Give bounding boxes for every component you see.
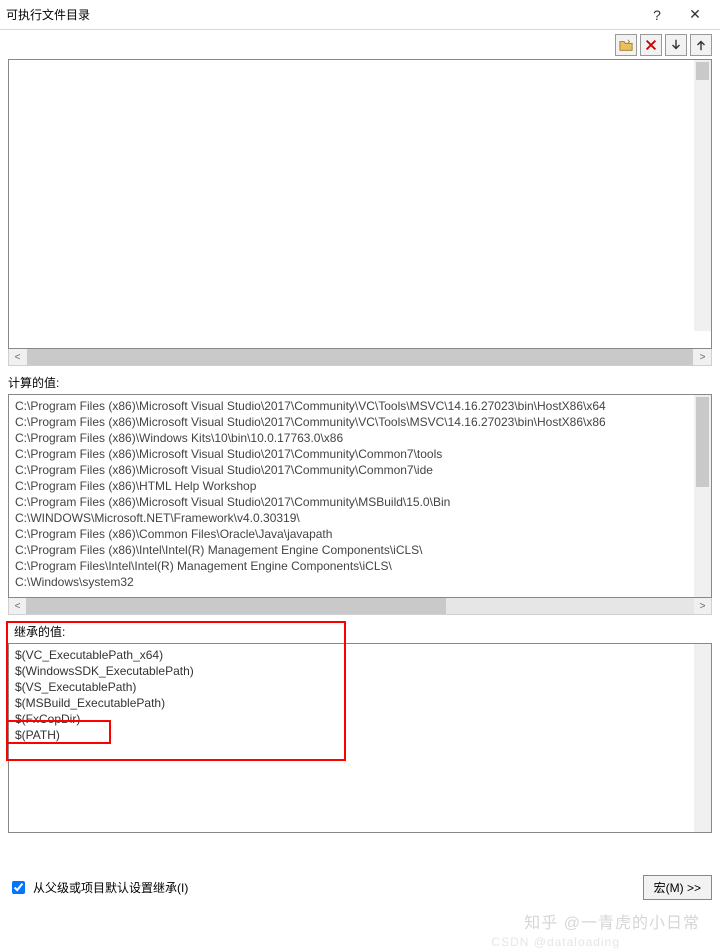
inherited-values-label: 继承的值:	[14, 623, 712, 640]
list-toolbar	[8, 34, 712, 56]
list-item[interactable]: C:\Program Files (x86)\Microsoft Visual …	[15, 414, 705, 430]
inherited-values-listbox[interactable]: $(VC_ExecutablePath_x64) $(WindowsSDK_Ex…	[8, 643, 712, 833]
scrollbar-track[interactable]	[26, 598, 694, 614]
scrollbar-track[interactable]	[27, 349, 693, 365]
new-folder-button[interactable]	[615, 34, 637, 56]
delete-button[interactable]	[640, 34, 662, 56]
inherit-checkbox-input[interactable]	[12, 881, 25, 894]
scrollbar-thumb[interactable]	[26, 598, 446, 614]
scroll-right-icon[interactable]: >	[694, 352, 711, 363]
inherited-section: 继承的值: $(VC_ExecutablePath_x64) $(Windows…	[8, 623, 712, 833]
move-up-button[interactable]	[690, 34, 712, 56]
list-item[interactable]: C:\Program Files (x86)\Common Files\Orac…	[15, 526, 705, 542]
window-title: 可执行文件目录	[6, 6, 638, 23]
scrollbar-thumb[interactable]	[696, 62, 709, 80]
list-item[interactable]: $(WindowsSDK_ExecutablePath)	[15, 663, 705, 679]
move-down-button[interactable]	[665, 34, 687, 56]
vertical-scrollbar[interactable]	[694, 644, 711, 832]
scrollbar-thumb[interactable]	[696, 397, 709, 487]
horizontal-scrollbar[interactable]: < >	[8, 598, 712, 615]
scroll-left-icon[interactable]: <	[9, 352, 26, 363]
list-item[interactable]: C:\Program Files (x86)\Microsoft Visual …	[15, 462, 705, 478]
scroll-left-icon[interactable]: <	[9, 601, 26, 612]
dialog-content: < > 计算的值: C:\Program Files (x86)\Microso…	[0, 30, 720, 900]
titlebar: 可执行文件目录 ? ✕	[0, 0, 720, 30]
list-item[interactable]: C:\Program Files (x86)\Intel\Intel(R) Ma…	[15, 542, 705, 558]
close-button[interactable]: ✕	[676, 1, 714, 29]
list-item[interactable]: C:\Program Files\Intel\Intel(R) Manageme…	[15, 558, 705, 574]
list-item[interactable]: C:\Windows\system32	[15, 574, 705, 590]
list-item[interactable]: C:\WINDOWS\Microsoft.NET\Framework\v4.0.…	[15, 510, 705, 526]
help-button[interactable]: ?	[638, 1, 676, 29]
watermark-text: 知乎 @一青虎的小日常	[524, 909, 700, 933]
watermark-text: CSDN @dataloading	[491, 935, 620, 949]
vertical-scrollbar[interactable]	[694, 60, 711, 331]
scroll-right-icon[interactable]: >	[694, 601, 711, 612]
list-item[interactable]: C:\Program Files (x86)\Microsoft Visual …	[15, 446, 705, 462]
inherit-checkbox[interactable]: 从父级或项目默认设置继承(I)	[8, 878, 188, 897]
list-item[interactable]: $(PATH)	[15, 727, 705, 743]
list-item[interactable]: C:\Program Files (x86)\Windows Kits\10\b…	[15, 430, 705, 446]
list-item[interactable]: $(MSBuild_ExecutablePath)	[15, 695, 705, 711]
vertical-scrollbar[interactable]	[694, 395, 711, 597]
inherit-checkbox-label: 从父级或项目默认设置继承(I)	[33, 879, 188, 896]
list-item[interactable]: C:\Program Files (x86)\HTML Help Worksho…	[15, 478, 705, 494]
horizontal-scrollbar[interactable]: < >	[8, 349, 712, 366]
dialog-footer: 从父级或项目默认设置继承(I) 宏(M) >>	[8, 869, 712, 900]
list-item[interactable]: $(VC_ExecutablePath_x64)	[15, 647, 705, 663]
list-item[interactable]: $(FxCopDir)	[15, 711, 705, 727]
macros-button[interactable]: 宏(M) >>	[643, 875, 712, 900]
list-item[interactable]: C:\Program Files (x86)\Microsoft Visual …	[15, 494, 705, 510]
editable-paths-listbox[interactable]	[8, 59, 712, 349]
computed-values-listbox[interactable]: C:\Program Files (x86)\Microsoft Visual …	[8, 394, 712, 598]
list-item[interactable]: $(VS_ExecutablePath)	[15, 679, 705, 695]
computed-values-label: 计算的值:	[8, 374, 712, 391]
list-item[interactable]: C:\Program Files (x86)\Microsoft Visual …	[15, 398, 705, 414]
